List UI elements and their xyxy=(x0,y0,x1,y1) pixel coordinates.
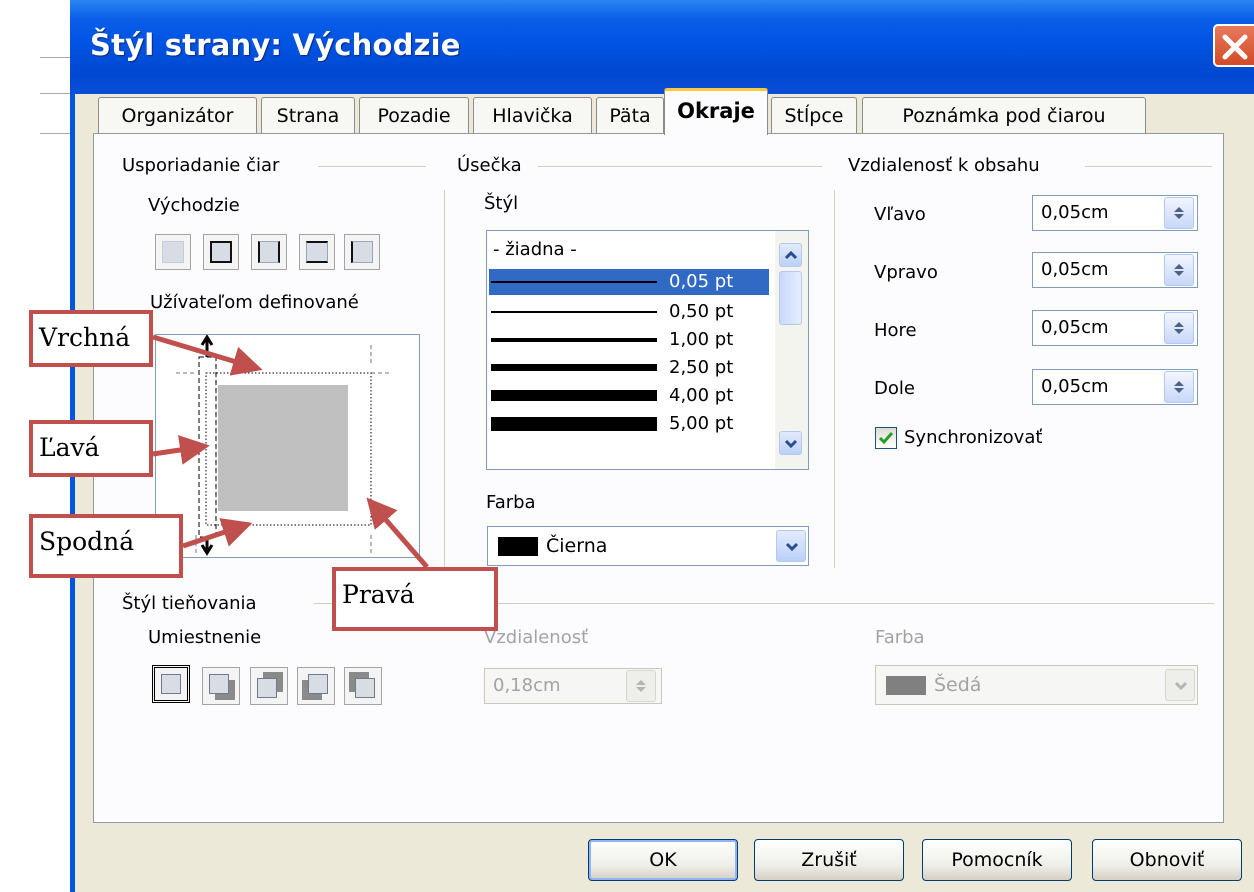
list-item[interactable]: - žiadna - xyxy=(489,237,769,263)
preset-top-bottom-borders[interactable] xyxy=(299,234,335,270)
annotation-right: Pravá xyxy=(332,567,498,631)
background-rule-line xyxy=(40,57,70,58)
spacing-left-label: Vľavo xyxy=(874,204,926,225)
list-item[interactable]: 5,00 pt xyxy=(489,411,769,437)
checkmark-icon xyxy=(878,432,894,445)
preset-outer-borders[interactable] xyxy=(344,234,380,270)
tab-organizator[interactable]: Organizátor xyxy=(98,97,257,133)
spinner-icon xyxy=(1174,207,1184,219)
color-swatch xyxy=(886,676,926,695)
border-preview-graphic xyxy=(176,334,391,556)
line-color-label: Farba xyxy=(486,492,536,513)
spinner-icon xyxy=(1174,264,1184,276)
spinner-icon xyxy=(1174,381,1184,393)
dialog-title: Štýl strany: Východzie xyxy=(90,28,461,62)
preset-all-borders[interactable] xyxy=(203,234,239,270)
shadow-bottom-right[interactable] xyxy=(202,667,240,705)
annotation-bottom: Spodná xyxy=(29,514,183,578)
reset-button[interactable]: Obnoviť xyxy=(1092,839,1242,881)
close-icon xyxy=(1222,34,1248,60)
list-item[interactable]: 4,00 pt xyxy=(489,383,769,409)
cancel-button[interactable]: Zrušiť xyxy=(754,839,904,881)
tab-pozadie[interactable]: Pozadie xyxy=(359,97,469,133)
line-color-value: Čierna xyxy=(546,535,608,557)
separator xyxy=(834,190,835,568)
default-label: Východzie xyxy=(148,195,240,216)
background-rule-line xyxy=(40,133,70,134)
shadow-color-dropdown[interactable]: Šedá xyxy=(875,665,1198,705)
spinner-icon xyxy=(636,680,646,692)
spacing-right-spinner[interactable] xyxy=(1164,254,1194,286)
separator xyxy=(318,166,426,167)
spacing-left-spinner[interactable] xyxy=(1164,197,1194,229)
shadow-distance-label: Vzdialenosť xyxy=(484,627,589,648)
spacing-top-label: Hore xyxy=(874,320,917,341)
close-button[interactable] xyxy=(1213,24,1254,67)
shadow-none[interactable] xyxy=(152,665,190,703)
list-item[interactable]: 2,50 pt xyxy=(489,355,769,381)
chevron-down-icon xyxy=(784,439,798,448)
dropdown-button[interactable] xyxy=(1165,669,1195,701)
separator xyxy=(1085,166,1212,167)
list-item[interactable]: 0,50 pt xyxy=(489,299,769,325)
shadow-color-label: Farba xyxy=(875,627,925,648)
separator xyxy=(444,190,445,568)
title-bar[interactable]: Štýl strany: Východzie xyxy=(70,0,1254,94)
tab-okraje[interactable]: Okraje xyxy=(664,88,768,135)
line-arrangement-heading: Usporiadanie čiar xyxy=(122,155,280,176)
line-heading: Úsečka xyxy=(457,155,522,176)
style-label: Štýl xyxy=(484,193,519,214)
spacing-top-spinner[interactable] xyxy=(1164,312,1194,344)
spinner-icon xyxy=(1174,322,1184,334)
shadow-top-left[interactable] xyxy=(344,667,382,705)
help-button[interactable]: Pomocník xyxy=(922,839,1072,881)
synchronize-label[interactable]: Synchronizovať xyxy=(904,427,1042,449)
spacing-heading: Vzdialenosť k obsahu xyxy=(848,155,1040,176)
line-color-dropdown[interactable]: Čierna xyxy=(487,526,809,566)
shadow-color-value: Šedá xyxy=(934,674,982,696)
synchronize-checkbox[interactable] xyxy=(875,427,897,449)
preset-left-right-borders[interactable] xyxy=(251,234,287,270)
scroll-down-arrow[interactable] xyxy=(779,431,802,455)
tab-strana[interactable]: Strana xyxy=(261,97,355,133)
shadow-bottom-left[interactable] xyxy=(297,667,335,705)
dropdown-button[interactable] xyxy=(776,530,806,562)
tab-stlpce[interactable]: Stĺpce xyxy=(771,97,857,133)
spacing-bottom-spinner[interactable] xyxy=(1164,371,1194,403)
shadow-distance-spinner[interactable] xyxy=(626,670,656,702)
color-swatch xyxy=(498,537,538,556)
tab-poznamka-pod-ciarou[interactable]: Poznámka pod čiarou xyxy=(862,97,1146,133)
preset-no-borders[interactable] xyxy=(155,234,191,270)
separator xyxy=(538,166,822,167)
tab-hlavicka[interactable]: Hlavička xyxy=(473,97,592,133)
chevron-up-icon xyxy=(784,250,798,260)
user-defined-border-preview[interactable] xyxy=(155,334,420,558)
shadow-position-label: Umiestnenie xyxy=(148,627,262,648)
chevron-down-icon xyxy=(1174,681,1188,691)
line-style-list[interactable]: - žiadna - 0,05 pt 0,50 pt 1,00 pt 2,50 … xyxy=(486,230,809,470)
chevron-down-icon xyxy=(785,542,799,552)
annotation-top: Vrchná xyxy=(29,310,153,367)
background-rule-line xyxy=(40,93,70,94)
spacing-bottom-label: Dole xyxy=(874,378,915,399)
shadow-top-right[interactable] xyxy=(250,667,288,705)
shadow-style-heading: Štýl tieňovania xyxy=(122,593,257,614)
list-item[interactable]: 1,00 pt xyxy=(489,327,769,353)
user-defined-label: Užívateľom definované xyxy=(150,292,359,313)
list-item-selected[interactable]: 0,05 pt xyxy=(489,269,769,295)
ok-button[interactable]: OK xyxy=(588,839,738,881)
scroll-up-arrow[interactable] xyxy=(779,243,802,267)
spacing-right-label: Vpravo xyxy=(874,262,938,283)
annotation-left: Ľavá xyxy=(29,420,153,477)
scroll-thumb[interactable] xyxy=(779,271,802,325)
tab-pata[interactable]: Päta xyxy=(596,97,664,133)
